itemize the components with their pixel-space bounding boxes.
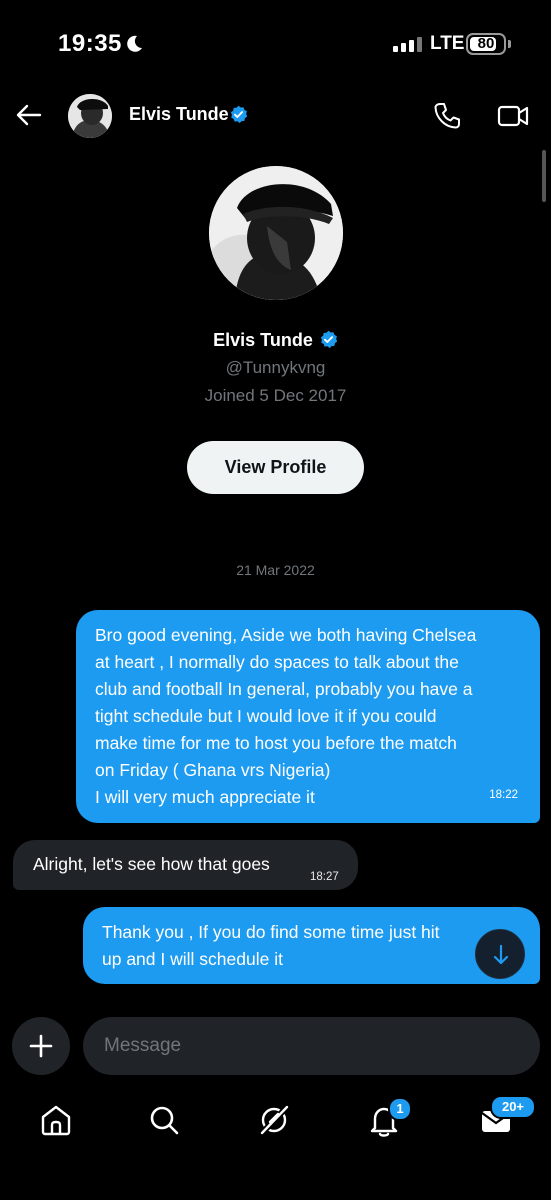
message-text: Bro good evening, Aside we both having C… [95, 625, 477, 807]
message-text: Thank you , If you do find some time jus… [102, 922, 440, 969]
profile-avatar[interactable] [209, 166, 343, 300]
message-time: 18:22 [489, 789, 518, 801]
network-type: LTE [430, 33, 465, 54]
search-icon[interactable] [144, 1100, 184, 1140]
date-separator: 21 Mar 2022 [236, 562, 315, 578]
scrollbar[interactable] [542, 150, 546, 202]
nav-messages[interactable]: 20+ [476, 1095, 536, 1140]
verified-badge-icon [230, 105, 248, 123]
plus-icon [29, 1034, 53, 1058]
profile-joined-date: Joined 5 Dec 2017 [204, 386, 347, 405]
avatar[interactable] [68, 94, 112, 138]
profile-name-row: Elvis Tunde [0, 330, 551, 351]
message-sent[interactable]: Bro good evening, Aside we both having C… [76, 610, 540, 823]
nav-notifications[interactable]: 1 [364, 1097, 412, 1140]
add-attachment-button[interactable] [12, 1017, 70, 1075]
profile-photo [209, 166, 343, 300]
message-sent[interactable]: Thank you , If you do find some time jus… [83, 907, 540, 984]
scroll-to-bottom-button[interactable] [475, 929, 525, 979]
moon-icon [127, 35, 142, 52]
battery-level: 80 [477, 35, 495, 52]
signal-icon [393, 37, 422, 52]
clock: 19:35 [58, 30, 122, 57]
video-call-icon[interactable] [495, 100, 531, 132]
avatar-photo [68, 94, 112, 138]
status-bar: 19:35 LTE 80 [0, 0, 551, 90]
arrow-down-icon [493, 944, 509, 965]
grok-icon[interactable] [254, 1100, 294, 1140]
profile-name: Elvis Tunde [213, 330, 313, 350]
message-input[interactable] [83, 1017, 540, 1075]
message-time: 18:27 [310, 871, 339, 883]
contact-name[interactable]: Elvis Tunde [129, 104, 229, 125]
back-arrow-icon[interactable] [12, 98, 46, 132]
message-text: Alright, let's see how that goes [33, 854, 270, 874]
profile-handle: @Tunnykvng [225, 358, 326, 377]
message-received[interactable]: Alright, let's see how that goes 18:27 [13, 840, 358, 890]
battery-icon: 80 [466, 33, 506, 55]
home-icon[interactable] [36, 1100, 76, 1140]
battery-tip [508, 40, 511, 48]
messages-badge: 20+ [490, 1095, 536, 1119]
verified-badge-icon [320, 330, 338, 348]
chat-header: Elvis Tunde [0, 90, 551, 142]
view-profile-button[interactable]: View Profile [187, 441, 364, 494]
phone-call-icon[interactable] [431, 100, 463, 132]
notifications-badge: 1 [388, 1097, 412, 1121]
